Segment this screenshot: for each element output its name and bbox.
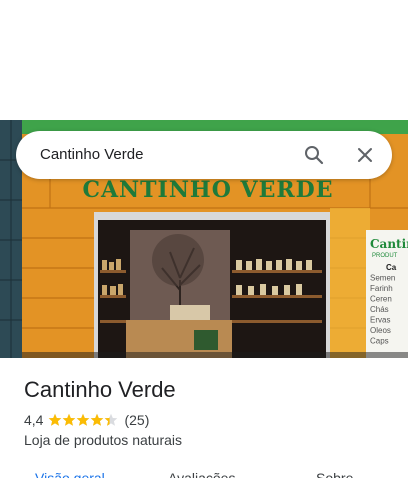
side-sign-line: Oleos (370, 326, 391, 335)
place-name: Cantinho Verde (24, 377, 176, 402)
review-count[interactable]: (25) (124, 412, 149, 428)
side-sign-title: Cantin (370, 237, 408, 251)
side-sign-line: Chás (370, 305, 389, 314)
sign-text: CANTINHO VERDE (82, 177, 333, 203)
star-icon (49, 413, 62, 426)
side-sign-line: Semen (370, 274, 395, 283)
star-icon (63, 413, 76, 426)
side-sign-line: Caps (370, 337, 389, 346)
side-sign-line: Farinh (370, 284, 393, 293)
side-sign-subtitle: PRODUT (372, 253, 398, 259)
star-icon (105, 413, 118, 426)
tab-reviews[interactable]: Avaliações (168, 470, 235, 478)
side-sign-line: Ca (386, 263, 397, 272)
star-icon (77, 413, 90, 426)
rating-stars (48, 413, 118, 427)
close-icon[interactable] (353, 143, 377, 167)
place-category[interactable]: Loja de produtos naturais (24, 432, 182, 448)
search-icon[interactable] (302, 143, 326, 167)
search-input[interactable]: Cantinho Verde (40, 146, 143, 163)
side-sign-line: Ceren (370, 295, 392, 304)
rating-row[interactable]: 4,4 (25) (24, 411, 149, 429)
rating-value: 4,4 (24, 412, 44, 428)
search-box[interactable]: Cantinho Verde (16, 131, 392, 179)
side-sign-line: Ervas (370, 316, 390, 325)
tab-overview[interactable]: Visão geral (35, 470, 105, 478)
tab-about[interactable]: Sobre (316, 470, 353, 478)
place-tabs: Visão geral Avaliações Sobre (0, 470, 408, 478)
star-icon (91, 413, 104, 426)
